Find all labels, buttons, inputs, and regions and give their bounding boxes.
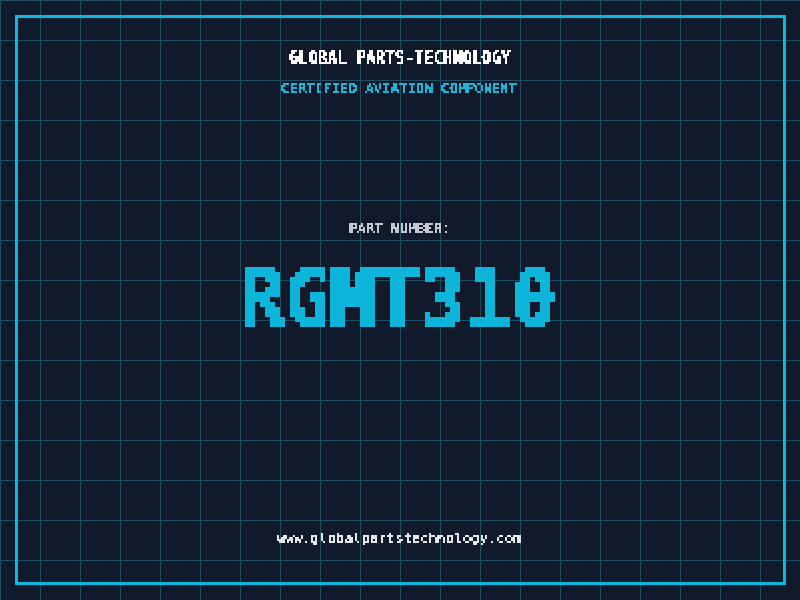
part-number-value-pixel-canvas [235, 252, 565, 357]
part-number-value: RGMT310 [0, 252, 800, 361]
part-number-label-pixel-canvas [347, 219, 453, 239]
certification-subtitle-pixel-canvas [279, 79, 521, 99]
screen-background: { "header": { "title": "GLOBAL PARTS-TEC… [0, 0, 800, 600]
website-footer: www.globalpartstechnology.com [0, 529, 800, 553]
website-url-pixel-canvas [275, 529, 525, 549]
certification-subtitle: CERTIFIED AVIATION COMPONENT [0, 79, 800, 103]
brand-title-pixel-canvas [287, 48, 513, 70]
part-number-label: PART NUMBER: [0, 219, 800, 243]
brand-title: GLOBAL PARTS-TECHNOLOGY [0, 48, 800, 74]
